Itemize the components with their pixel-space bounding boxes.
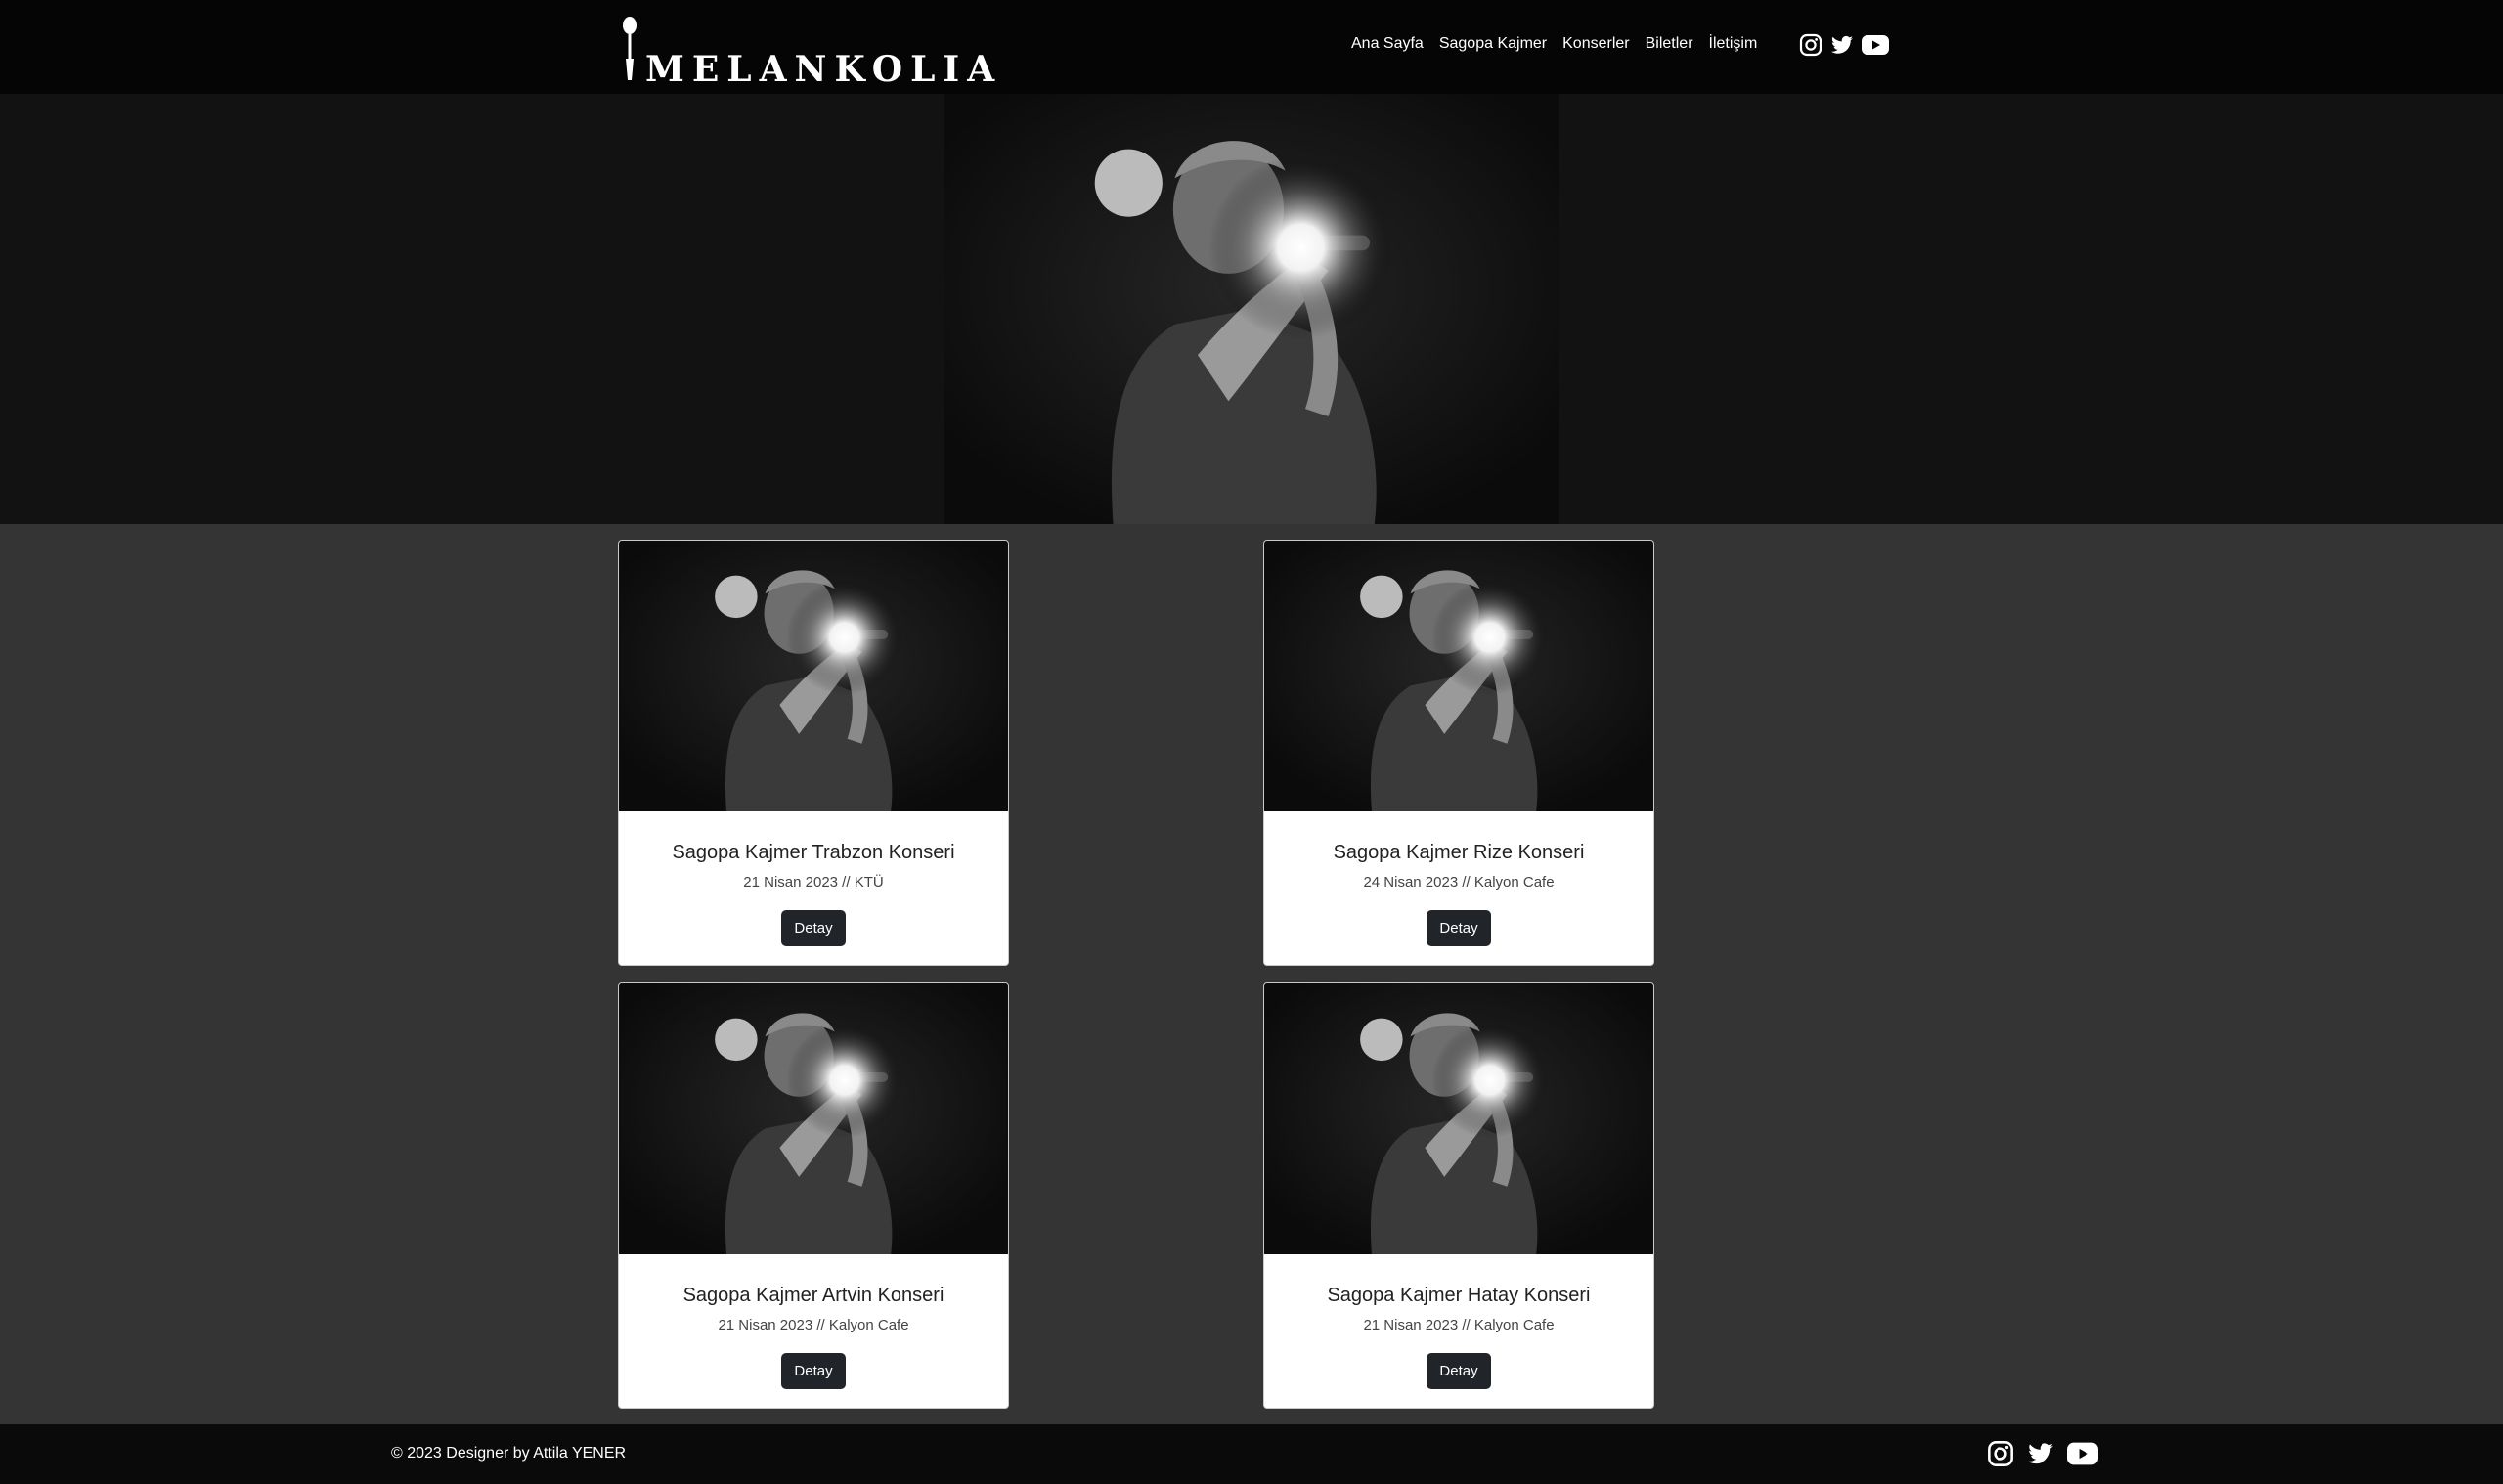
header-social-links bbox=[1799, 33, 1889, 57]
youtube-icon[interactable] bbox=[2067, 1442, 2098, 1465]
detail-button[interactable]: Detay bbox=[781, 910, 846, 946]
concert-card: Sagopa Kajmer Hatay Konseri 21 Nisan 202… bbox=[1263, 982, 1654, 1409]
twitter-icon[interactable] bbox=[1830, 33, 1854, 57]
navbar: MELANKOLIA Ana Sayfa Sagopa Kajmer Konse… bbox=[0, 0, 2503, 94]
instagram-icon[interactable] bbox=[1987, 1440, 2014, 1467]
concert-image bbox=[619, 983, 1008, 1254]
concert-title: Sagopa Kajmer Trabzon Konseri bbox=[672, 842, 955, 863]
copyright-text: © 2023 Designer by Attila YENER bbox=[391, 1445, 627, 1462]
footer-social-links bbox=[1987, 1440, 2098, 1467]
footer: © 2023 Designer by Attila YENER bbox=[0, 1424, 2503, 1484]
site-logo[interactable]: MELANKOLIA bbox=[620, 12, 994, 90]
main-nav: Ana Sayfa Sagopa Kajmer Konserler Biletl… bbox=[1351, 35, 1757, 53]
detail-button[interactable]: Detay bbox=[1427, 1353, 1491, 1389]
concert-card: Sagopa Kajmer Rize Konseri 24 Nisan 2023… bbox=[1263, 540, 1654, 966]
hero-banner bbox=[0, 94, 2503, 524]
youtube-icon[interactable] bbox=[1862, 35, 1889, 55]
twitter-icon[interactable] bbox=[2026, 1440, 2055, 1467]
concert-date-venue: 21 Nisan 2023 // KTÜ bbox=[743, 874, 884, 891]
nav-link-sagopa-kajmer[interactable]: Sagopa Kajmer bbox=[1439, 35, 1547, 53]
concert-image bbox=[1264, 541, 1653, 811]
detail-button[interactable]: Detay bbox=[781, 1353, 846, 1389]
concert-date-venue: 21 Nisan 2023 // Kalyon Cafe bbox=[1363, 1317, 1555, 1333]
concert-date-venue: 21 Nisan 2023 // Kalyon Cafe bbox=[718, 1317, 909, 1333]
concert-date-venue: 24 Nisan 2023 // Kalyon Cafe bbox=[1363, 874, 1555, 891]
instagram-icon[interactable] bbox=[1799, 33, 1822, 57]
concert-card: Sagopa Kajmer Artvin Konseri 21 Nisan 20… bbox=[618, 982, 1009, 1409]
concert-title: Sagopa Kajmer Rize Konseri bbox=[1333, 842, 1585, 863]
nav-link-home[interactable]: Ana Sayfa bbox=[1351, 35, 1424, 53]
hero-image bbox=[939, 94, 1564, 524]
logo-text: MELANKOLIA bbox=[645, 49, 1003, 90]
nav-link-tickets[interactable]: Biletler bbox=[1646, 35, 1693, 53]
concert-title: Sagopa Kajmer Artvin Konseri bbox=[682, 1285, 944, 1306]
concert-image bbox=[619, 541, 1008, 811]
concert-image bbox=[1264, 983, 1653, 1254]
concert-card: Sagopa Kajmer Trabzon Konseri 21 Nisan 2… bbox=[618, 540, 1009, 966]
nav-link-contact[interactable]: İletişim bbox=[1709, 35, 1758, 53]
detail-button[interactable]: Detay bbox=[1427, 910, 1491, 946]
concert-title: Sagopa Kajmer Hatay Konseri bbox=[1327, 1285, 1591, 1306]
nav-link-concerts[interactable]: Konserler bbox=[1562, 35, 1629, 53]
